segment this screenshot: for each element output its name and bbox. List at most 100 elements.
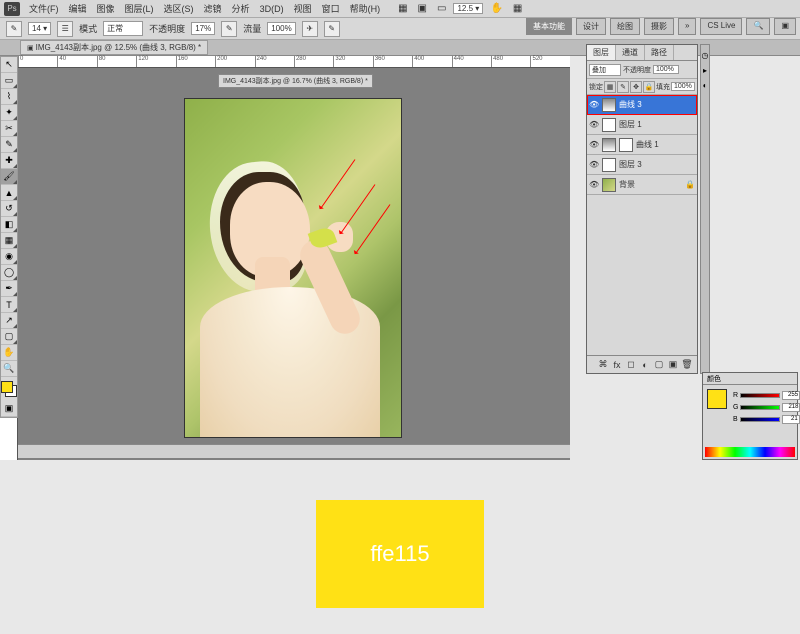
layer-mask-thumb[interactable] [619, 138, 633, 152]
adjustments-panel-icon[interactable]: ◐ [703, 81, 708, 90]
pressure-opacity-icon[interactable]: ✎ [221, 21, 237, 37]
color-panel-swatch[interactable] [707, 389, 727, 409]
b-slider[interactable]: B21 [733, 415, 800, 423]
layer-name[interactable]: 曲线 1 [636, 139, 659, 150]
menu-view[interactable]: 视图 [291, 2, 315, 15]
adjustment-layer-icon[interactable]: ◐ [639, 359, 651, 371]
layer-thumb[interactable] [602, 118, 616, 132]
new-layer-icon[interactable]: ▣ [667, 359, 679, 371]
visibility-icon[interactable]: 👁 [589, 140, 599, 149]
bridge-icon[interactable]: ▦ [395, 3, 410, 14]
menu-image[interactable]: 图像 [94, 2, 118, 15]
history-brush-tool[interactable]: ↺ [1, 201, 17, 217]
layer-mask-icon[interactable]: ◻ [625, 359, 637, 371]
eyedropper-tool[interactable]: ✎ [1, 137, 17, 153]
quickmask-tool[interactable]: ▣ [1, 401, 17, 417]
lock-transparent-icon[interactable]: ▦ [604, 81, 616, 93]
canvas-image[interactable] [184, 98, 402, 438]
fg-color-swatch[interactable] [1, 381, 13, 393]
tab-channels[interactable]: 通道 [616, 45, 645, 60]
pressure-size-icon[interactable]: ✎ [324, 21, 340, 37]
menu-file[interactable]: 文件(F) [26, 2, 62, 15]
hand-icon[interactable]: ✋ [487, 3, 505, 14]
visibility-icon[interactable]: 👁 [589, 120, 599, 129]
ruler-horizontal[interactable]: 04080120160200240280320360400440480520 [18, 56, 570, 68]
brush-preset-picker[interactable]: 14 ▾ [28, 22, 51, 35]
g-slider[interactable]: G218 [733, 403, 800, 411]
opacity-input[interactable]: 17% [191, 22, 215, 35]
layer-opacity-input[interactable]: 100% [653, 65, 679, 74]
tab-color[interactable]: 颜色 [703, 373, 725, 384]
lock-pixels-icon[interactable]: ✎ [617, 81, 629, 93]
lock-all-icon[interactable]: 🔒 [643, 81, 655, 93]
minibridge-icon[interactable]: ▣ [415, 3, 430, 14]
screenmode-icon[interactable]: ▭ [434, 3, 449, 14]
workspace-design[interactable]: 设计 [576, 18, 606, 35]
search-icon[interactable]: 🔍 [746, 18, 770, 35]
menu-layer[interactable]: 图层(L) [122, 2, 157, 15]
layer-thumb[interactable] [602, 178, 616, 192]
tab-paths[interactable]: 路径 [645, 45, 674, 60]
menu-window[interactable]: 窗口 [319, 2, 343, 15]
brush-tool-icon[interactable]: ✎ [6, 21, 22, 37]
layer-row-layer3[interactable]: 👁 图层 3 [587, 155, 697, 175]
eraser-tool[interactable]: ◧ [1, 217, 17, 233]
menu-help[interactable]: 帮助(H) [347, 2, 384, 15]
workspace-more[interactable]: » [678, 18, 696, 35]
dodge-tool[interactable]: ◯ [1, 265, 17, 281]
layer-fx-icon[interactable]: fx [611, 359, 623, 371]
floating-doc-tab[interactable]: IMG_4143副本.jpg @ 16.7% (曲线 3, RGB/8) * [218, 74, 373, 88]
spectrum-ramp[interactable] [705, 447, 795, 457]
layer-thumb[interactable] [602, 158, 616, 172]
canvas-area[interactable]: IMG_4143副本.jpg @ 16.7% (曲线 3, RGB/8) * [18, 68, 570, 460]
workspace-essentials[interactable]: 基本功能 [526, 18, 572, 35]
delete-layer-icon[interactable]: 🗑 [681, 359, 693, 371]
layer-thumb[interactable] [602, 98, 616, 112]
layer-name[interactable]: 曲线 3 [619, 99, 642, 110]
lock-position-icon[interactable]: ✥ [630, 81, 642, 93]
hand-tool[interactable]: ✋ [1, 345, 17, 361]
brush-tool[interactable]: 🖌 [1, 169, 17, 185]
workspace-photo[interactable]: 摄影 [644, 18, 674, 35]
shape-tool[interactable]: ▢ [1, 329, 17, 345]
link-layers-icon[interactable]: ⌘ [597, 359, 609, 371]
menu-filter[interactable]: 滤镜 [201, 2, 225, 15]
layer-name[interactable]: 图层 3 [619, 159, 642, 170]
zoom-tool[interactable]: 🔍 [1, 361, 17, 377]
layer-group-icon[interactable]: ▢ [653, 359, 665, 371]
arrange-docs-icon[interactable]: ▣ [774, 18, 796, 35]
visibility-icon[interactable]: 👁 [589, 100, 599, 109]
healing-tool[interactable]: ✚ [1, 153, 17, 169]
color-swatches[interactable] [1, 377, 17, 401]
fill-input[interactable]: 100% [671, 82, 695, 91]
layer-row-curves3[interactable]: 👁 曲线 3 [587, 95, 697, 115]
actions-panel-icon[interactable]: ▸ [703, 66, 707, 75]
menu-edit[interactable]: 编辑 [66, 2, 90, 15]
zoom-select[interactable]: 12.5 ▾ [453, 3, 483, 14]
visibility-icon[interactable]: 👁 [589, 160, 599, 169]
gradient-tool[interactable]: ▦ [1, 233, 17, 249]
airbrush-icon[interactable]: ✈ [302, 21, 318, 37]
visibility-icon[interactable]: 👁 [589, 180, 599, 189]
menu-analysis[interactable]: 分析 [229, 2, 253, 15]
lasso-tool[interactable]: ⌇ [1, 89, 17, 105]
document-tab[interactable]: ▣ IMG_4143副本.jpg @ 12.5% (曲线 3, RGB/8) * [20, 40, 208, 55]
crop-tool[interactable]: ✂ [1, 121, 17, 137]
marquee-tool[interactable]: ▭ [1, 73, 17, 89]
stamp-tool[interactable]: ▲ [1, 185, 17, 201]
arrange-icon[interactable]: ▦ [510, 3, 525, 14]
layer-thumb[interactable] [602, 138, 616, 152]
blend-mode-select[interactable]: 正常 [103, 21, 143, 36]
flow-input[interactable]: 100% [267, 22, 295, 35]
menu-select[interactable]: 选区(S) [161, 2, 197, 15]
history-panel-icon[interactable]: ◷ [702, 51, 709, 60]
r-slider[interactable]: R255 [733, 391, 800, 399]
layer-blend-mode[interactable]: 叠加 [589, 64, 621, 76]
pen-tool[interactable]: ✒ [1, 281, 17, 297]
layer-row-background[interactable]: 👁 背景 🔒 [587, 175, 697, 195]
menu-3d[interactable]: 3D(D) [257, 4, 287, 14]
path-tool[interactable]: ↗ [1, 313, 17, 329]
blur-tool[interactable]: ◉ [1, 249, 17, 265]
cslive-button[interactable]: CS Live [700, 18, 742, 35]
layer-name[interactable]: 图层 1 [619, 119, 642, 130]
